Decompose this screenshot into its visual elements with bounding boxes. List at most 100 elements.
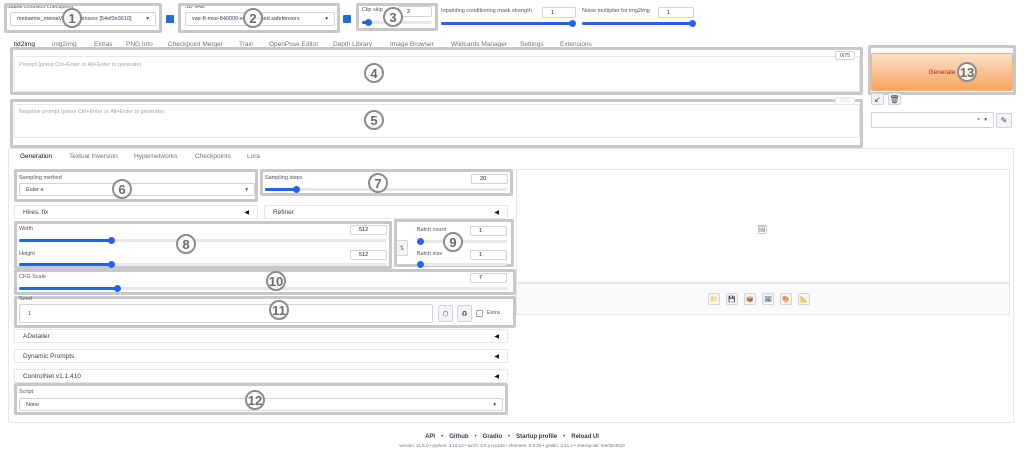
callout-badge-9: 9	[443, 232, 463, 252]
noise-multiplier-knob[interactable]	[689, 20, 696, 27]
seed-label: Seed	[19, 296, 32, 302]
noise-multiplier-input[interactable]: 1	[658, 7, 694, 18]
generate-button[interactable]: Generate	[871, 53, 1013, 91]
prompt-token-counter: 0/75	[835, 51, 855, 60]
extra-checkbox[interactable]	[476, 310, 483, 317]
height-fill	[19, 263, 111, 266]
sampling-method-dropdown[interactable]: Euler a ▾	[19, 183, 255, 196]
width-input[interactable]: 512	[350, 225, 387, 235]
subtab-generation[interactable]: Generation	[20, 153, 52, 160]
refiner-label: Refiner	[273, 208, 294, 216]
subtab-hypernetworks[interactable]: Hypernetworks	[134, 153, 177, 160]
save-icon[interactable]: 💾	[726, 293, 738, 305]
close-icon[interactable]: ×	[977, 117, 980, 123]
height-input[interactable]: 512	[350, 250, 387, 260]
batch-size-input[interactable]: 1	[470, 250, 507, 260]
dice-icon[interactable]: ⬡	[438, 305, 453, 322]
negative-prompt-placeholder: Negative prompt (press Ctrl+Enter or Alt…	[19, 109, 165, 115]
width-fill	[19, 239, 111, 242]
inpaint-strength-input[interactable]: 1	[542, 7, 576, 18]
trash-icon[interactable]: 🗑	[888, 93, 901, 105]
callout-badge-3: 3	[383, 7, 403, 27]
prompt-placeholder: Prompt (press Ctrl+Enter or Alt+Enter to…	[19, 62, 142, 68]
callout-badge-5: 5	[364, 110, 384, 130]
batch-count-knob[interactable]	[417, 238, 424, 245]
edit-styles-icon[interactable]: ✎	[996, 113, 1012, 128]
callout-box-10	[14, 269, 516, 295]
callout-box-1	[4, 3, 162, 33]
image-placeholder-icon: 🖼	[757, 225, 768, 234]
footer-separator: •	[474, 434, 477, 440]
inpaint-strength-label: Inpainting conditioning mask strength	[441, 8, 532, 14]
collapse-triangle-icon: ◀	[494, 353, 499, 360]
zip-icon[interactable]: 📦	[744, 293, 756, 305]
footer-link-startup-profile[interactable]: Startup profile	[516, 434, 557, 440]
output-toolbar: 📁 💾 📦 🖼 🎨 📐	[516, 283, 1010, 315]
width-knob[interactable]	[107, 237, 115, 244]
sampling-method-value: Euler a	[26, 186, 44, 193]
batch-size-slider[interactable]	[417, 261, 507, 268]
width-label: Width	[19, 226, 34, 232]
callout-badge-2: 2	[243, 8, 263, 28]
footer-link-api[interactable]: API	[425, 434, 435, 440]
height-slider[interactable]	[19, 261, 386, 268]
footer-separator: •	[563, 434, 566, 440]
cfg-scale-input[interactable]: 7	[470, 273, 507, 283]
cfg-scale-knob[interactable]	[113, 285, 121, 292]
cfg-scale-label: CFG Scale	[19, 274, 46, 280]
footer-separator: •	[508, 434, 511, 440]
sampling-method-label: Sampling method	[19, 175, 62, 181]
callout-badge-4: 4	[364, 63, 384, 83]
generate-label: Generate	[928, 68, 956, 76]
sampling-steps-input[interactable]: 20	[471, 174, 508, 184]
batch-size-track	[417, 263, 507, 266]
subtab-textual-inversion[interactable]: Textual Inversion	[69, 153, 118, 160]
styles-dropdown[interactable]: × ▾	[871, 112, 994, 128]
callout-badge-11: 11	[269, 300, 289, 320]
script-label: Script	[19, 389, 34, 395]
chevron-down-icon: ▾	[245, 186, 248, 193]
adetailer-accordion[interactable]: ADetailer ◀	[14, 329, 508, 343]
script-value: None	[26, 401, 40, 408]
refiner-accordion[interactable]: Refiner ◀	[264, 205, 508, 219]
cfg-scale-fill	[19, 287, 117, 290]
ruler-icon[interactable]: 📐	[798, 293, 810, 305]
chevron-down-icon: ▾	[493, 401, 496, 408]
inpaint-strength-slider[interactable]	[441, 20, 576, 27]
height-label: Height	[19, 251, 35, 257]
subtab-checkpoints[interactable]: Checkpoints	[195, 153, 231, 160]
refresh-checkpoint-icon[interactable]	[166, 15, 174, 23]
width-slider[interactable]	[19, 237, 386, 244]
adetailer-label: ADetailer	[23, 332, 50, 340]
hires-fix-label: Hires. fix	[23, 208, 49, 216]
footer-link-reload-ui[interactable]: Reload UI	[571, 434, 599, 440]
noise-multiplier-label: Noise multiplier for img2img	[582, 8, 650, 14]
dynamic-prompts-accordion[interactable]: Dynamic Prompts ◀	[14, 349, 508, 363]
footer-link-gradio[interactable]: Gradio	[483, 434, 502, 440]
recycle-icon[interactable]: ♻	[457, 305, 472, 322]
noise-multiplier-slider[interactable]	[582, 20, 696, 27]
cfg-scale-slider[interactable]	[19, 285, 508, 292]
paste-icon[interactable]: ↙	[871, 93, 884, 105]
batch-size-knob[interactable]	[417, 261, 424, 268]
refresh-vae-icon[interactable]	[343, 15, 351, 23]
send-to-img2img-icon[interactable]: 🖼	[762, 293, 774, 305]
height-knob[interactable]	[107, 261, 115, 268]
controlnet-accordion[interactable]: ControlNet v1.1.410 ◀	[14, 369, 508, 383]
palette-icon[interactable]: 🎨	[780, 293, 792, 305]
seed-input[interactable]: 1	[19, 304, 433, 323]
hires-fix-accordion[interactable]: Hires. fix ◀	[14, 205, 258, 219]
negative-prompt-textarea[interactable]: Negative prompt (press Ctrl+Enter or Alt…	[14, 104, 860, 138]
callout-badge-7: 7	[368, 173, 388, 193]
footer-link-github[interactable]: Github	[449, 434, 468, 440]
batch-count-input[interactable]: 1	[470, 226, 507, 236]
extra-label: Extra	[487, 310, 500, 316]
subtab-lora[interactable]: Lora	[247, 153, 260, 160]
batch-count-label: Batch count	[417, 227, 447, 233]
prompt-textarea[interactable]: Prompt (press Ctrl+Enter or Alt+Enter to…	[14, 56, 860, 92]
folder-icon[interactable]: 📁	[708, 293, 720, 305]
inpaint-strength-track	[441, 22, 574, 25]
callout-badge-13: 13	[957, 62, 977, 82]
inpaint-strength-knob[interactable]	[569, 20, 576, 27]
footer-version-info: version: v1.5.0 • python: 3.10.12 • torc…	[399, 443, 625, 448]
